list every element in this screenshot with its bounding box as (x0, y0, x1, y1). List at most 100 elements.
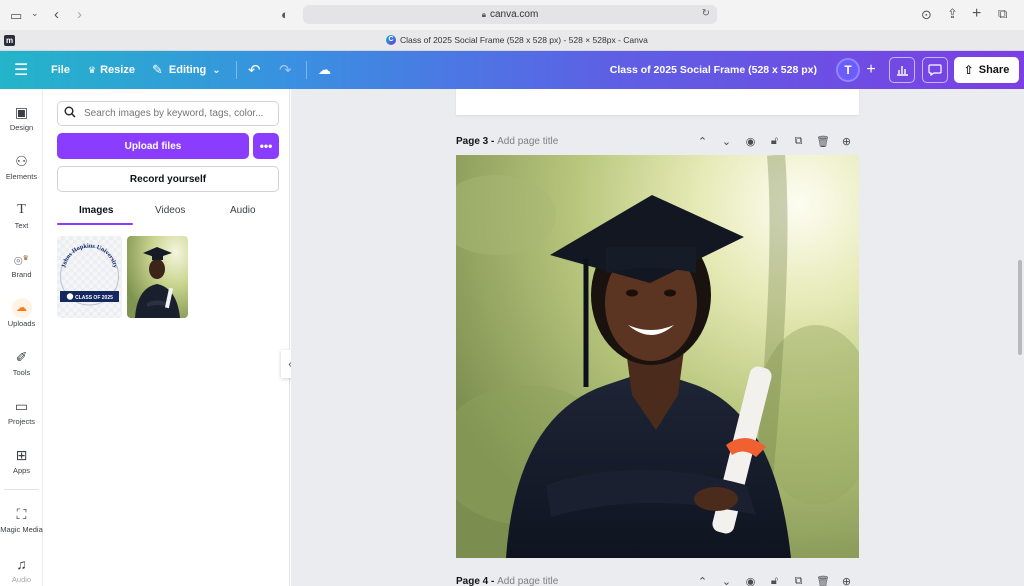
rail-label: Projects (7, 417, 36, 426)
undo-icon[interactable]: ↶ (248, 51, 261, 89)
comment-icon[interactable] (922, 57, 948, 83)
forward-icon[interactable]: › (77, 7, 82, 22)
pinned-tab-favicon[interactable]: m (4, 35, 15, 46)
graduate-portrait-image (456, 155, 859, 558)
record-yourself-button[interactable]: Record yourself (57, 166, 279, 192)
address-bar[interactable]: 🔒︎ canva.com ↻ (303, 5, 717, 24)
tab-images[interactable]: Images (79, 205, 113, 216)
page-3-title-input[interactable]: Add page title (497, 136, 558, 147)
rail-item-brand[interactable]: ⌾♛ Brand (0, 250, 43, 279)
tab-videos[interactable]: Videos (155, 205, 185, 216)
back-icon[interactable]: ‹ (54, 7, 59, 22)
search-box[interactable] (57, 101, 279, 126)
rail-label: Audio (11, 575, 32, 584)
avatar[interactable]: T (836, 58, 860, 82)
more-options-button[interactable]: ••• (253, 133, 279, 159)
frame-arc-text: Johns Hopkins University (60, 242, 118, 269)
rail-label: Design (9, 123, 34, 132)
canva-favicon-icon: C (386, 35, 396, 45)
frame-band-text: CLASS OF 2025 (75, 295, 113, 301)
cloud-saved-icon[interactable]: ☁ (318, 51, 331, 89)
trash-icon[interactable]: 🗑︎ (816, 135, 830, 151)
active-tab[interactable]: C Class of 2025 Social Frame (528 x 528 … (386, 35, 648, 45)
page-3-header: Page 3 - Add page title (456, 136, 558, 147)
svg-text:Johns Hopkins University: Johns Hopkins University (60, 242, 118, 269)
rail-item-uploads[interactable]: ☁ Uploads (0, 297, 43, 328)
move-down-icon[interactable]: ⌄ (720, 135, 733, 151)
move-up-icon[interactable]: ⌃ (696, 135, 709, 151)
privacy-shield-icon[interactable]: ◐ (281, 8, 289, 21)
chevron-down-icon: ⌄ (212, 64, 221, 76)
page-4-title-input[interactable]: Add page title (497, 576, 558, 586)
page-3-toolbar: ⌃ ⌄ ◉ 🔓︎ ⧉ 🗑︎ ⊕ (696, 135, 853, 151)
url-text: canva.com (489, 9, 539, 20)
sidebar-toggle-icon[interactable]: ▭ (10, 9, 22, 22)
add-page-icon[interactable]: ⊕ (840, 135, 853, 151)
chevron-down-icon[interactable]: ⌄ (31, 9, 39, 18)
hide-eye-icon[interactable]: ◉ (744, 135, 757, 151)
uploads-panel: Upload files ••• Record yourself Images … (43, 89, 290, 586)
page-3-label: Page 3 - (456, 136, 498, 147)
rail-label: Apps (12, 466, 31, 475)
new-tab-icon[interactable]: + (972, 6, 981, 22)
document-title[interactable]: Class of 2025 Social Frame (528 x 528 px… (610, 51, 817, 89)
rail-item-projects[interactable]: ▭ Projects (0, 397, 43, 426)
tab-audio[interactable]: Audio (230, 205, 256, 216)
insights-chart-icon[interactable] (889, 57, 915, 83)
duplicate-icon[interactable]: ⧉ (792, 135, 805, 151)
reload-icon[interactable]: ↻ (702, 8, 710, 19)
editing-label: Editing (168, 64, 207, 76)
download-icon[interactable]: ⊙ (921, 8, 932, 21)
resize-label: Resize (100, 64, 135, 76)
graduation-frame-graphic: Johns Hopkins University CLASS OF 2025 (60, 242, 119, 306)
share-label: Share (978, 64, 1010, 76)
move-up-icon[interactable]: ⌃ (696, 575, 709, 586)
search-input[interactable] (84, 108, 274, 119)
rail-item-apps[interactable]: ⊞ Apps (0, 446, 43, 475)
hide-eye-icon[interactable]: ◉ (744, 575, 757, 586)
lock-icon[interactable]: 🔓︎ (768, 575, 781, 586)
rail-label: Tools (12, 368, 31, 377)
redo-icon[interactable]: ↷ (279, 51, 292, 89)
magic-media-icon: ⛶ (16, 506, 27, 522)
side-rail: ▣ Design ⚇ Elements T Text ⌾♛ Brand ☁ Up… (0, 89, 43, 586)
text-icon: T (17, 202, 26, 217)
upload-files-button[interactable]: Upload files (57, 133, 249, 159)
rail-label: Elements (5, 172, 38, 181)
rail-item-audio[interactable]: ♫ Audio (0, 555, 43, 584)
active-tab-indicator (57, 223, 133, 225)
brand-icon: ⌾♛ (14, 252, 29, 269)
tab-overview-icon[interactable]: ⧉ (998, 7, 1007, 20)
editing-mode-dropdown[interactable]: ✎ Editing ⌄ (152, 51, 221, 89)
rail-item-design[interactable]: ▣ Design (0, 103, 43, 132)
duplicate-icon[interactable]: ⧉ (792, 575, 805, 586)
page-2-canvas[interactable] (456, 89, 859, 115)
file-menu[interactable]: File (51, 51, 70, 89)
share-sheet-icon[interactable]: ⇪ (947, 7, 958, 20)
search-icon (64, 106, 76, 121)
rail-label: Uploads (7, 319, 36, 328)
upload-thumbnail-frame[interactable]: Johns Hopkins University CLASS OF 2025 (57, 236, 122, 318)
rail-item-text[interactable]: T Text (0, 201, 43, 230)
uploads-icon: ☁ (0, 297, 43, 318)
tools-icon: ✐ (15, 349, 28, 365)
lock-icon[interactable]: 🔓︎ (768, 135, 781, 151)
rail-item-tools[interactable]: ✐ Tools (0, 348, 43, 377)
trash-icon[interactable]: 🗑︎ (816, 575, 830, 586)
resize-button[interactable]: ♛ Resize (88, 51, 135, 89)
share-button[interactable]: ⇧ Share (954, 57, 1019, 83)
rail-item-magic-media[interactable]: ⛶ Magic Media (0, 505, 43, 534)
upload-thumbnail-photo[interactable] (127, 236, 188, 318)
add-collaborator-icon[interactable]: + (860, 59, 882, 81)
browser-toolbar: ▭ ⌄ ‹ › ◐ 🔒︎ canva.com ↻ ⊙ ⇪ + ⧉ (0, 0, 1024, 30)
audio-icon: ♫ (16, 556, 27, 572)
page-3-canvas[interactable] (456, 155, 859, 558)
canvas-scrollbar[interactable] (1018, 260, 1022, 355)
move-down-icon[interactable]: ⌄ (720, 575, 733, 586)
add-page-icon[interactable]: ⊕ (840, 575, 853, 586)
canvas-area: Page 3 - Add page title ⌃ ⌄ ◉ 🔓︎ ⧉ 🗑︎ ⊕ (291, 89, 1024, 586)
tab-bar: m C Class of 2025 Social Frame (528 x 52… (0, 30, 1024, 51)
menu-icon[interactable]: ☰ (14, 51, 28, 89)
page-4-header: Page 4 - Add page title (456, 576, 558, 586)
rail-item-elements[interactable]: ⚇ Elements (0, 152, 43, 181)
